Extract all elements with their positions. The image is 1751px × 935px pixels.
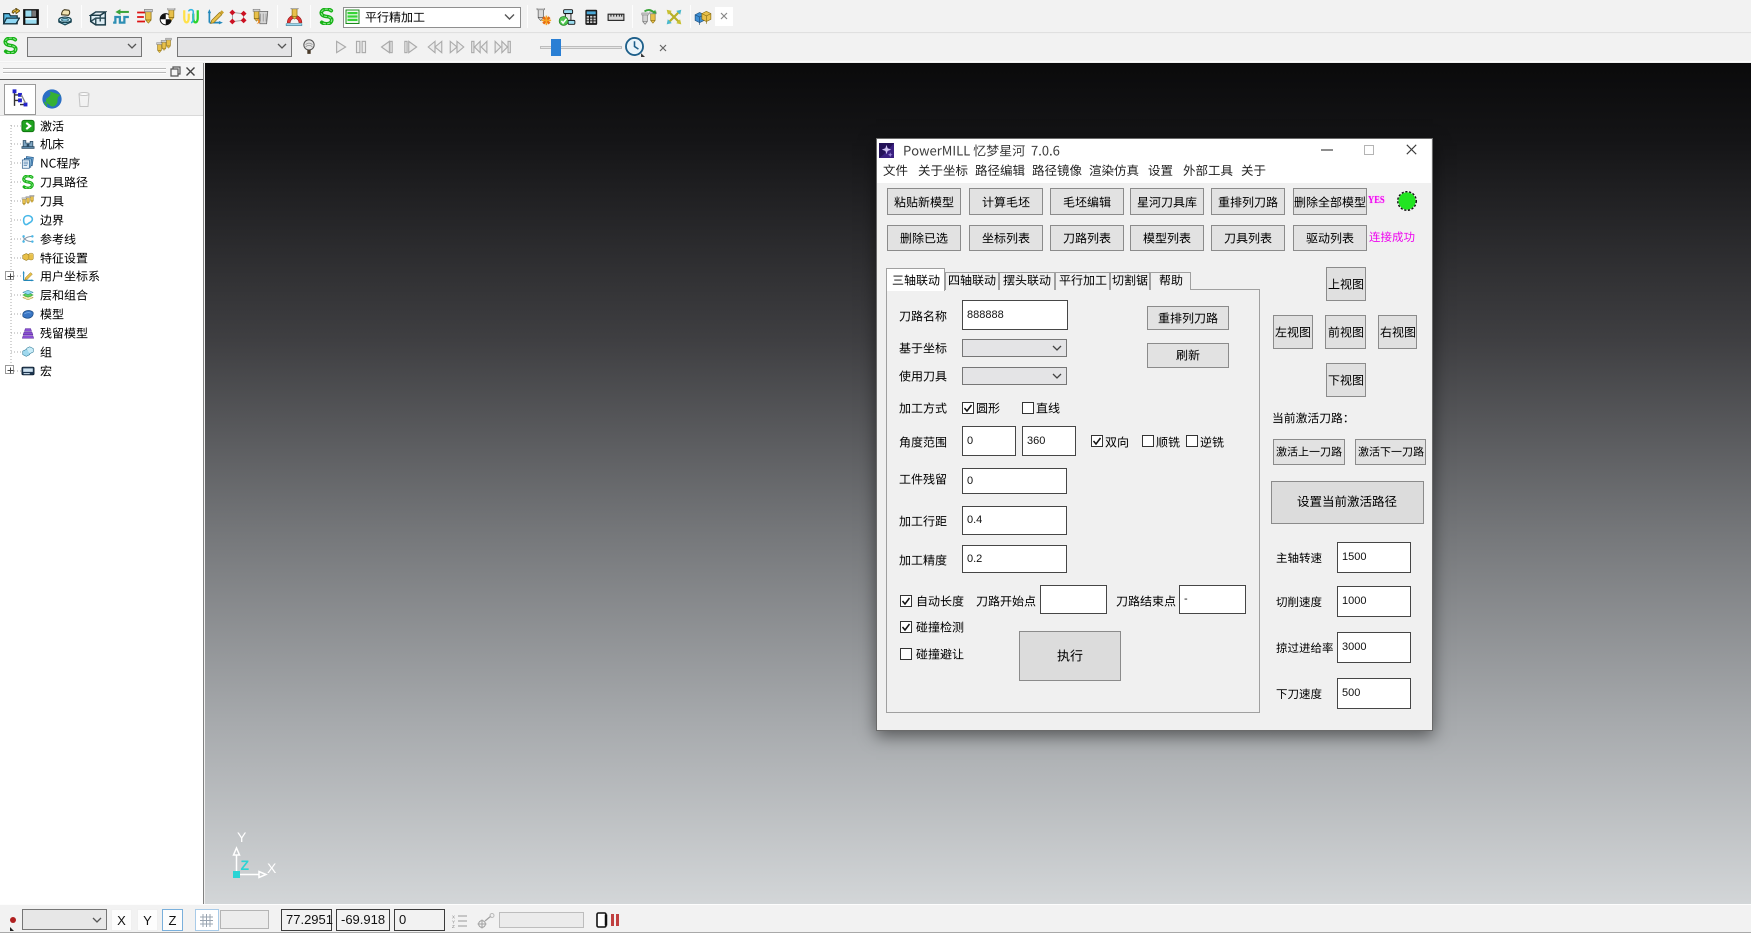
svg-text:X: X [267, 860, 277, 876]
svg-text:Y: Y [237, 829, 247, 845]
svg-text:Z: Z [241, 857, 250, 873]
svg-text:Z: Z [452, 924, 455, 928]
